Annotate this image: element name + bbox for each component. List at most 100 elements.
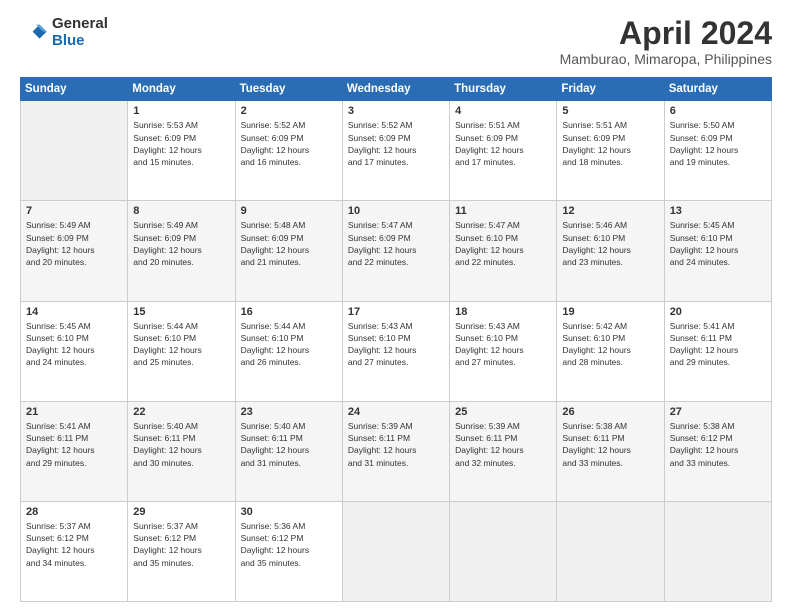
- day-number: 14: [26, 306, 122, 318]
- day-number: 17: [348, 306, 444, 318]
- calendar-cell: 10 Sunrise: 5:47 AMSunset: 6:09 PMDayligh…: [342, 201, 449, 301]
- calendar-cell: 26Sunrise: 5:38 AMSunset: 6:11 PMDayligh…: [557, 401, 664, 501]
- day-info: Sunrise: 5:45 AMSunset: 6:10 PMDaylight:…: [26, 320, 122, 369]
- day-number: 23: [241, 406, 337, 418]
- day-number: 9: [241, 205, 337, 217]
- calendar-cell: 13 Sunrise: 5:45 AMSunset: 6:10 PMDayligh…: [664, 201, 771, 301]
- calendar-cell: 29 Sunrise: 5:37 AMSunset: 6:12 PMDayligh…: [128, 501, 235, 601]
- calendar-cell: [450, 501, 557, 601]
- calendar-cell: 17 Sunrise: 5:43 AMSunset: 6:10 PMDayligh…: [342, 301, 449, 401]
- day-info: Sunrise: 5:52 AMSunset: 6:09 PMDaylight:…: [241, 119, 337, 168]
- logo-text: General Blue: [52, 16, 108, 49]
- day-info: Sunrise: 5:49 AMSunset: 6:09 PMDaylight:…: [133, 219, 229, 268]
- day-info: Sunrise: 5:44 AMSunset: 6:10 PMDaylight:…: [241, 320, 337, 369]
- weekday-header-sunday: Sunday: [21, 78, 128, 101]
- day-info: Sunrise: 5:45 AMSunset: 6:10 PMDaylight:…: [670, 219, 766, 268]
- calendar-cell: 11 Sunrise: 5:47 AMSunset: 6:10 PMDayligh…: [450, 201, 557, 301]
- calendar-cell: 8 Sunrise: 5:49 AMSunset: 6:09 PMDaylight…: [128, 201, 235, 301]
- day-info: Sunrise: 5:51 AMSunset: 6:09 PMDaylight:…: [455, 119, 551, 168]
- calendar-cell: 27Sunrise: 5:38 AMSunset: 6:12 PMDayligh…: [664, 401, 771, 501]
- subtitle: Mamburao, Mimaropa, Philippines: [560, 51, 772, 67]
- day-number: 22: [133, 406, 229, 418]
- calendar-week-1: 1 Sunrise: 5:53 AMSunset: 6:09 PMDaylight…: [21, 101, 772, 201]
- main-title: April 2024: [560, 16, 772, 51]
- day-number: 18: [455, 306, 551, 318]
- day-info: Sunrise: 5:43 AMSunset: 6:10 PMDaylight:…: [348, 320, 444, 369]
- calendar-cell: [664, 501, 771, 601]
- day-info: Sunrise: 5:46 AMSunset: 6:10 PMDaylight:…: [562, 219, 658, 268]
- calendar-cell: 25 Sunrise: 5:39 AMSunset: 6:11 PMDayligh…: [450, 401, 557, 501]
- calendar-week-5: 28 Sunrise: 5:37 AMSunset: 6:12 PMDayligh…: [21, 501, 772, 601]
- calendar-cell: 18 Sunrise: 5:43 AMSunset: 6:10 PMDayligh…: [450, 301, 557, 401]
- day-info: Sunrise: 5:39 AMSunset: 6:11 PMDaylight:…: [455, 420, 551, 469]
- day-info: Sunrise: 5:36 AMSunset: 6:12 PMDaylight:…: [241, 520, 337, 569]
- title-block: April 2024 Mamburao, Mimaropa, Philippin…: [560, 16, 772, 67]
- calendar-table: SundayMondayTuesdayWednesdayThursdayFrid…: [20, 77, 772, 602]
- weekday-header-saturday: Saturday: [664, 78, 771, 101]
- day-info: Sunrise: 5:39 AMSunset: 6:11 PMDaylight:…: [348, 420, 444, 469]
- calendar-cell: 6 Sunrise: 5:50 AMSunset: 6:09 PMDaylight…: [664, 101, 771, 201]
- weekday-header-friday: Friday: [557, 78, 664, 101]
- calendar-cell: 16 Sunrise: 5:44 AMSunset: 6:10 PMDayligh…: [235, 301, 342, 401]
- day-number: 11: [455, 205, 551, 217]
- logo-blue: Blue: [52, 33, 108, 50]
- calendar-week-3: 14 Sunrise: 5:45 AMSunset: 6:10 PMDayligh…: [21, 301, 772, 401]
- weekday-header-thursday: Thursday: [450, 78, 557, 101]
- day-number: 28: [26, 506, 122, 518]
- logo-general: General: [52, 16, 108, 33]
- day-info: Sunrise: 5:42 AMSunset: 6:10 PMDaylight:…: [562, 320, 658, 369]
- day-info: Sunrise: 5:53 AMSunset: 6:09 PMDaylight:…: [133, 119, 229, 168]
- day-info: Sunrise: 5:43 AMSunset: 6:10 PMDaylight:…: [455, 320, 551, 369]
- day-info: Sunrise: 5:50 AMSunset: 6:09 PMDaylight:…: [670, 119, 766, 168]
- calendar-body: 1 Sunrise: 5:53 AMSunset: 6:09 PMDaylight…: [21, 101, 772, 602]
- calendar-cell: 1 Sunrise: 5:53 AMSunset: 6:09 PMDaylight…: [128, 101, 235, 201]
- weekday-header-monday: Monday: [128, 78, 235, 101]
- day-info: Sunrise: 5:47 AMSunset: 6:10 PMDaylight:…: [455, 219, 551, 268]
- day-number: 24: [348, 406, 444, 418]
- calendar-cell: 14 Sunrise: 5:45 AMSunset: 6:10 PMDayligh…: [21, 301, 128, 401]
- day-number: 19: [562, 306, 658, 318]
- day-number: 25: [455, 406, 551, 418]
- day-info: Sunrise: 5:38 AMSunset: 6:12 PMDaylight:…: [670, 420, 766, 469]
- calendar-cell: [342, 501, 449, 601]
- page: General Blue April 2024 Mamburao, Mimaro…: [0, 0, 792, 612]
- calendar-week-2: 7Sunrise: 5:49 AMSunset: 6:09 PMDaylight…: [21, 201, 772, 301]
- day-number: 13: [670, 205, 766, 217]
- day-info: Sunrise: 5:44 AMSunset: 6:10 PMDaylight:…: [133, 320, 229, 369]
- day-info: Sunrise: 5:47 AMSunset: 6:09 PMDaylight:…: [348, 219, 444, 268]
- day-info: Sunrise: 5:49 AMSunset: 6:09 PMDaylight:…: [26, 219, 122, 268]
- day-number: 10: [348, 205, 444, 217]
- calendar-cell: 28 Sunrise: 5:37 AMSunset: 6:12 PMDayligh…: [21, 501, 128, 601]
- day-info: Sunrise: 5:48 AMSunset: 6:09 PMDaylight:…: [241, 219, 337, 268]
- logo: General Blue: [20, 16, 108, 49]
- day-number: 4: [455, 105, 551, 117]
- calendar-header: SundayMondayTuesdayWednesdayThursdayFrid…: [21, 78, 772, 101]
- day-info: Sunrise: 5:37 AMSunset: 6:12 PMDaylight:…: [26, 520, 122, 569]
- day-number: 16: [241, 306, 337, 318]
- weekday-header-tuesday: Tuesday: [235, 78, 342, 101]
- calendar-cell: 23Sunrise: 5:40 AMSunset: 6:11 PMDayligh…: [235, 401, 342, 501]
- calendar-cell: 15Sunrise: 5:44 AMSunset: 6:10 PMDayligh…: [128, 301, 235, 401]
- day-number: 29: [133, 506, 229, 518]
- day-number: 3: [348, 105, 444, 117]
- calendar-cell: 19 Sunrise: 5:42 AMSunset: 6:10 PMDayligh…: [557, 301, 664, 401]
- calendar-cell: 9 Sunrise: 5:48 AMSunset: 6:09 PMDaylight…: [235, 201, 342, 301]
- day-number: 21: [26, 406, 122, 418]
- day-number: 12: [562, 205, 658, 217]
- day-info: Sunrise: 5:37 AMSunset: 6:12 PMDaylight:…: [133, 520, 229, 569]
- day-number: 5: [562, 105, 658, 117]
- calendar-cell: 12 Sunrise: 5:46 AMSunset: 6:10 PMDayligh…: [557, 201, 664, 301]
- calendar-cell: 2Sunrise: 5:52 AMSunset: 6:09 PMDaylight…: [235, 101, 342, 201]
- day-number: 8: [133, 205, 229, 217]
- day-number: 1: [133, 105, 229, 117]
- day-info: Sunrise: 5:40 AMSunset: 6:11 PMDaylight:…: [133, 420, 229, 469]
- calendar-cell: 22 Sunrise: 5:40 AMSunset: 6:11 PMDayligh…: [128, 401, 235, 501]
- calendar-cell: [557, 501, 664, 601]
- calendar-cell: 7Sunrise: 5:49 AMSunset: 6:09 PMDaylight…: [21, 201, 128, 301]
- header: General Blue April 2024 Mamburao, Mimaro…: [20, 16, 772, 67]
- calendar-week-4: 21Sunrise: 5:41 AMSunset: 6:11 PMDayligh…: [21, 401, 772, 501]
- weekday-header-wednesday: Wednesday: [342, 78, 449, 101]
- day-info: Sunrise: 5:52 AMSunset: 6:09 PMDaylight:…: [348, 119, 444, 168]
- day-number: 6: [670, 105, 766, 117]
- day-info: Sunrise: 5:41 AMSunset: 6:11 PMDaylight:…: [670, 320, 766, 369]
